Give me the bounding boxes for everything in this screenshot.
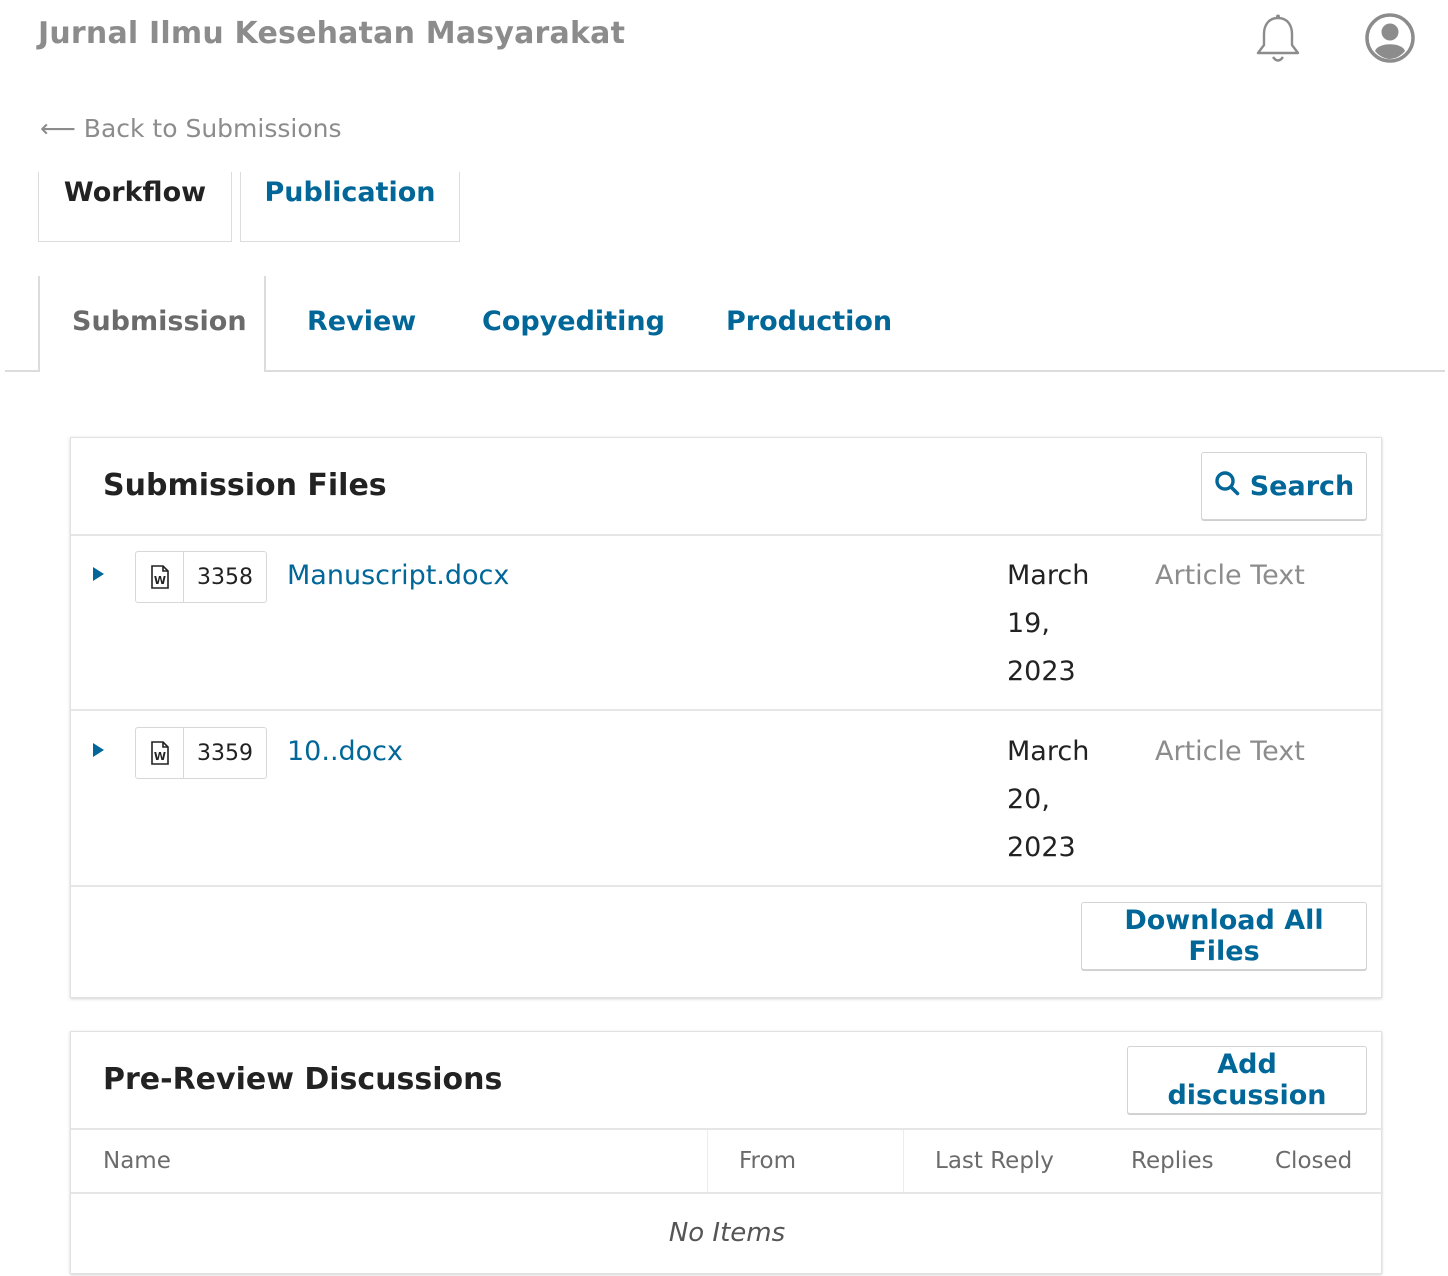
expand-row-icon[interactable] [93, 743, 104, 757]
column-header-from[interactable]: From [739, 1148, 796, 1174]
empty-state-text: No Items [668, 1218, 786, 1248]
row-divider [71, 885, 1383, 887]
row-divider [71, 534, 1383, 536]
svg-text:W: W [153, 574, 165, 587]
submission-files-panel: Submission Files Search W 3358 Manuscrip… [70, 437, 1383, 998]
column-divider [903, 1130, 904, 1192]
file-badge: W 3358 [135, 551, 267, 603]
back-to-submissions-link[interactable]: ⟵ Back to Submissions [40, 114, 342, 143]
word-file-icon: W [136, 552, 184, 602]
file-name-link[interactable]: 10..docx [287, 736, 403, 767]
add-discussion-label: Add discussion [1167, 1049, 1327, 1111]
search-button-label: Search [1249, 470, 1355, 502]
file-badge: W 3359 [135, 727, 267, 779]
expand-row-icon[interactable] [93, 567, 104, 581]
bell-icon[interactable] [1252, 12, 1304, 66]
user-circle-icon[interactable] [1364, 12, 1416, 64]
file-name-link[interactable]: Manuscript.docx [287, 560, 509, 591]
download-all-files-button[interactable]: Download All Files [1081, 902, 1367, 970]
column-header-name[interactable]: Name [103, 1148, 171, 1174]
submission-files-title: Submission Files [103, 468, 387, 503]
journal-title[interactable]: Jurnal Ilmu Kesehatan Masyarakat [38, 16, 625, 51]
row-divider [71, 1128, 1383, 1130]
file-date: March 19, 2023 [1007, 560, 1090, 687]
tab-production[interactable]: Production [726, 306, 892, 337]
file-type: Article Text [1155, 560, 1305, 591]
column-divider [707, 1130, 708, 1192]
tab-review[interactable]: Review [307, 306, 416, 337]
app-header: Jurnal Ilmu Kesehatan Masyarakat [0, 0, 1448, 80]
row-divider [71, 709, 1383, 711]
file-id: 3358 [197, 564, 253, 590]
pre-review-discussions-panel: Pre-Review Discussions Add discussion Na… [70, 1031, 1383, 1274]
search-button[interactable]: Search [1201, 452, 1367, 520]
file-date: March 20, 2023 [1007, 736, 1090, 863]
column-header-last-reply[interactable]: Last Reply [935, 1148, 1054, 1174]
file-id: 3359 [197, 740, 253, 766]
column-header-replies[interactable]: Replies [1131, 1148, 1214, 1174]
search-icon [1214, 470, 1240, 503]
add-discussion-button[interactable]: Add discussion [1127, 1046, 1367, 1114]
discussions-title: Pre-Review Discussions [103, 1062, 503, 1097]
row-divider [71, 1192, 1383, 1194]
tab-workflow-label: Workflow [63, 177, 207, 208]
svg-text:W: W [153, 750, 165, 763]
tab-publication[interactable]: Publication [240, 172, 460, 242]
tab-publication-label: Publication [264, 177, 436, 208]
word-file-icon: W [136, 728, 184, 778]
file-type: Article Text [1155, 736, 1305, 767]
tab-workflow[interactable]: Workflow [38, 172, 232, 242]
column-header-closed[interactable]: Closed [1275, 1148, 1352, 1174]
tab-copyediting[interactable]: Copyediting [482, 306, 665, 337]
tab-submission[interactable]: Submission [72, 306, 247, 337]
download-all-files-label: Download All Files [1124, 905, 1324, 967]
